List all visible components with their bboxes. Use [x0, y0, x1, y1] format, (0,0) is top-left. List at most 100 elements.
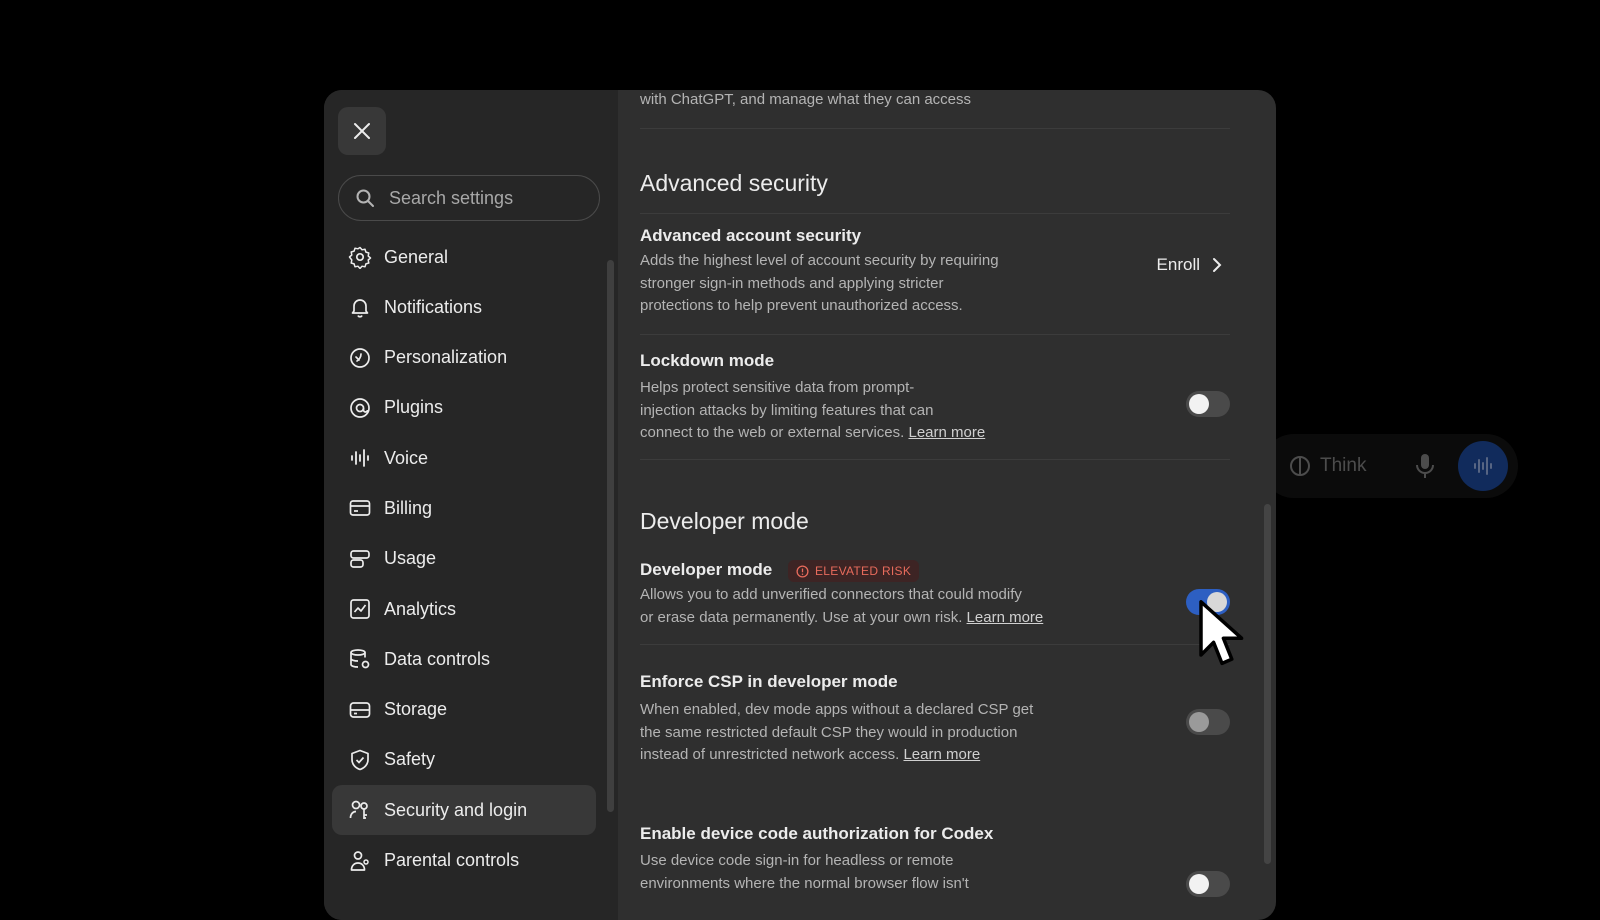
composer-bar: Think	[1262, 434, 1518, 498]
sidebar-item-label: Billing	[384, 497, 433, 518]
sidebar-item-label: General	[384, 246, 449, 267]
section-title-advanced-security: Advanced security	[640, 170, 828, 196]
sidebar-item-label: Parental controls	[384, 850, 520, 871]
microphone-icon[interactable]	[1412, 452, 1438, 480]
sidebar-item-label: Notifications	[384, 296, 483, 317]
sidebar-item-parental-controls[interactable]: Parental controls	[332, 836, 596, 886]
desc-line: Allows you to add unverified connectors …	[640, 586, 1022, 603]
credit-card-icon	[349, 500, 371, 517]
sidebar-item-general[interactable]: General	[332, 232, 596, 282]
toggle-knob	[1189, 874, 1209, 894]
chevron-right-icon	[1213, 258, 1222, 272]
divider	[640, 213, 1230, 214]
developer-learn-more-link[interactable]: Learn more	[967, 609, 1044, 626]
search-input[interactable]	[387, 186, 591, 210]
gear-icon	[348, 246, 372, 269]
sidebar-item-label: Personalization	[384, 347, 508, 368]
desc-line: Use device code sign-in for headless or …	[640, 852, 954, 869]
toggle-knob	[1189, 394, 1209, 414]
desc-line: the same restricted default CSP they wou…	[640, 723, 1018, 741]
think-icon	[1290, 456, 1310, 476]
divider	[640, 334, 1230, 335]
desc-line: connect to the web or external services.	[640, 424, 905, 441]
desc-line: protections to help prevent unauthorized…	[640, 297, 963, 314]
sidebar-item-label: Storage	[384, 699, 448, 720]
personalization-icon	[350, 347, 370, 368]
connectors-desc: with ChatGPT, and manage what they can a…	[640, 91, 972, 108]
sidebar-item-plugins[interactable]: Plugins	[332, 383, 596, 433]
sidebar-item-billing[interactable]: Billing	[332, 483, 596, 533]
bell-icon	[351, 299, 369, 318]
content-scrollbar[interactable]	[1264, 504, 1271, 864]
plugins-icon	[350, 398, 370, 418]
advanced-account-security-title: Advanced account security	[640, 226, 862, 245]
desc-line: Adds the highest level of account securi…	[640, 252, 999, 269]
enforce-csp-learn-more-link[interactable]: Learn more	[903, 746, 980, 763]
desc-line: Helps protect sensitive data from prompt…	[640, 379, 915, 396]
search-icon	[356, 189, 374, 207]
sidebar-item-label: Usage	[384, 548, 437, 569]
lockdown-mode-toggle[interactable]	[1186, 391, 1230, 417]
sidebar-item-analytics[interactable]: Analytics	[332, 584, 596, 634]
advanced-account-security-desc: Adds the highest level of account securi…	[640, 250, 999, 318]
desc-line: stronger sign-in methods and applying st…	[640, 274, 944, 292]
lockdown-learn-more-link[interactable]: Learn more	[908, 424, 985, 441]
shield-icon	[351, 749, 369, 771]
key-person-icon	[349, 800, 368, 820]
close-button[interactable]	[338, 107, 386, 155]
voice-mode-button[interactable]	[1458, 441, 1508, 491]
storage-icon	[349, 701, 371, 718]
divider	[640, 644, 1230, 645]
enforce-csp-title: Enforce CSP in developer mode	[640, 672, 898, 691]
enroll-label: Enroll	[1156, 255, 1200, 274]
sidebar-item-data-controls[interactable]: Data controls	[332, 634, 596, 684]
enforce-csp-toggle[interactable]	[1186, 709, 1230, 735]
sidebar-item-security-and-login[interactable]: Security and login	[332, 785, 596, 836]
lockdown-mode-desc: Helps protect sensitive data from prompt…	[640, 377, 985, 445]
sidebar-item-label: Security and login	[384, 799, 528, 820]
sidebar-item-personalization[interactable]: Personalization	[332, 333, 596, 383]
sidebar-item-storage[interactable]: Storage	[332, 685, 596, 735]
sidebar-item-notifications[interactable]: Notifications	[332, 282, 596, 332]
sidebar-item-voice[interactable]: Voice	[332, 433, 596, 483]
toggle-knob	[1189, 712, 1209, 732]
voice-waveform-icon	[1474, 457, 1492, 475]
enroll-button[interactable]: Enroll	[1157, 255, 1222, 275]
warning-circle-icon	[796, 564, 809, 578]
sidebar-item-label: Plugins	[384, 397, 444, 418]
sidebar-item-label: Analytics	[384, 598, 457, 619]
sidebar-item-usage[interactable]: Usage	[332, 534, 596, 584]
database-gear-icon	[350, 649, 370, 669]
device-code-toggle[interactable]	[1186, 871, 1230, 897]
sidebar-item-label: Voice	[384, 447, 429, 468]
usage-icon	[350, 549, 370, 568]
sidebar-item-label: Data controls	[384, 648, 491, 669]
developer-mode-desc: Allows you to add unverified connectors …	[640, 584, 1043, 629]
enforce-csp-desc: When enabled, dev mode apps without a de…	[640, 699, 1033, 767]
sidebar-item-label: Safety	[384, 749, 436, 770]
badge-label: ELEVATED RISK	[815, 564, 912, 578]
desc-line: When enabled, dev mode apps without a de…	[640, 701, 1034, 718]
settings-modal: General Notifications Personalization Pl…	[324, 90, 1276, 920]
device-code-desc: Use device code sign-in for headless or …	[640, 850, 969, 895]
desc-line: instead of unrestricted network access.	[640, 746, 900, 763]
voice-waveform-icon	[351, 449, 369, 468]
think-button[interactable]: Think	[1288, 454, 1366, 478]
settings-sidebar: General Notifications Personalization Pl…	[324, 90, 618, 920]
desc-line: or erase data permanently. Use at your o…	[640, 608, 963, 626]
developer-mode-title: Developer mode	[640, 560, 773, 579]
close-icon	[354, 123, 370, 139]
mouse-pointer-icon	[1199, 600, 1244, 666]
lockdown-mode-title: Lockdown mode	[640, 351, 775, 370]
sidebar-scrollbar[interactable]	[607, 260, 614, 812]
sidebar-item-safety[interactable]: Safety	[332, 735, 596, 785]
device-code-title: Enable device code authorization for Cod…	[640, 824, 994, 843]
elevated-risk-badge: ELEVATED RISK	[788, 560, 920, 582]
chart-icon	[350, 599, 370, 619]
divider	[640, 128, 1230, 129]
desc-line: environments where the normal browser fl…	[640, 874, 969, 892]
settings-nav: General Notifications Personalization Pl…	[332, 232, 596, 886]
search-box[interactable]	[338, 175, 600, 221]
parent-icon	[350, 850, 369, 871]
section-title-developer-mode: Developer mode	[640, 508, 809, 534]
